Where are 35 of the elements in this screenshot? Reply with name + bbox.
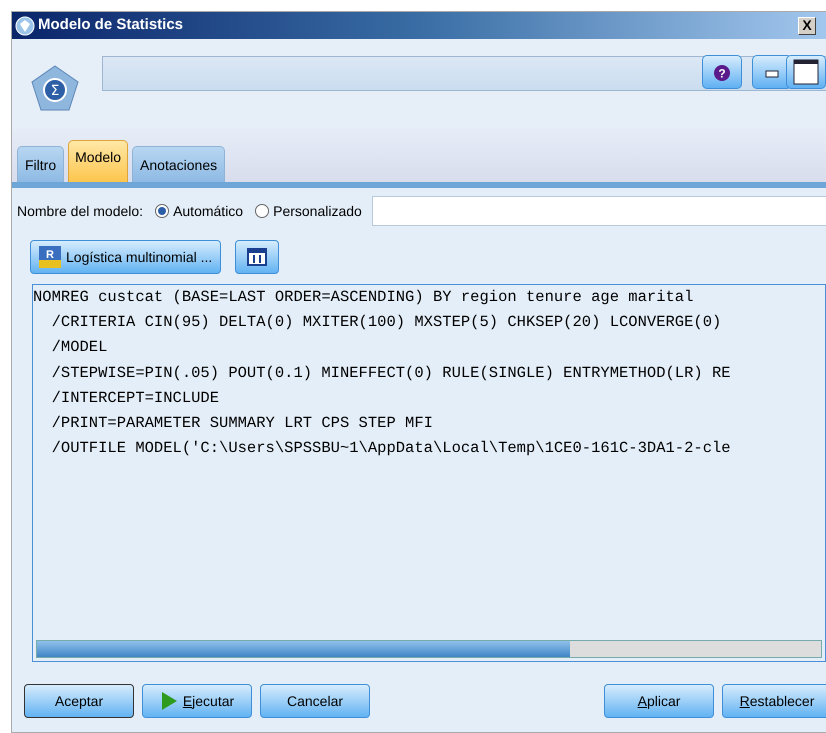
minimize-icon	[765, 68, 779, 78]
radio-option[interactable]: Automático	[155, 200, 244, 222]
r-extension-icon: R	[39, 246, 61, 268]
close-button[interactable]: X	[798, 16, 816, 34]
sigma-glyph: Σ	[50, 83, 60, 99]
radio-option[interactable]: Personalizado	[255, 200, 362, 222]
window-panel-icon	[247, 248, 268, 266]
window-title: Modelo de Statistics	[38, 15, 184, 36]
code-line: NOMREG custcat (BASE=LAST ORDER=ASCENDING) BY region tenure age marital	[33, 287, 694, 308]
panel-button[interactable]	[235, 240, 280, 274]
code-line: /CRITERIA CIN(95) DELTA(0) MXITER(100) MXSTEP(5) CHKSEP(20) LCONVERGE(0)	[50, 312, 722, 334]
tab[interactable]: Filtro	[17, 146, 64, 182]
name-input-field[interactable]	[372, 196, 826, 226]
maximize-button[interactable]	[786, 55, 826, 89]
procedure-button[interactable]: R Logística multinomial ...	[30, 240, 222, 274]
maximize-icon	[793, 59, 819, 85]
action-button[interactable]: Aceptar	[24, 684, 134, 718]
action-button[interactable]: Restablecer	[722, 684, 826, 718]
help-icon: ?	[713, 64, 731, 82]
code-line: /PRINT=PARAMETER SUMMARY LRT CPS STEP MFI	[50, 413, 434, 434]
horizontal-scrollbar[interactable]	[36, 640, 822, 658]
app-icon	[15, 16, 35, 36]
syntax-editor[interactable]	[32, 284, 826, 662]
play-icon	[160, 691, 178, 711]
action-button[interactable]: Ejecutar	[142, 684, 252, 718]
field-label: Nombre del modelo:	[17, 202, 144, 220]
action-button[interactable]: Aplicar	[604, 684, 714, 718]
code-line: /STEPWISE=PIN(.05) POUT(0.1) MINEFFECT(0) RULE(SINGLE) ENTRYMETHOD(LR) RE	[50, 362, 732, 384]
code-line: /INTERCEPT=INCLUDE	[50, 388, 220, 409]
tab[interactable]: Anotaciones	[132, 146, 226, 182]
code-line: /OUTFILE MODEL('C:\Users\SPSSBU~1\AppData\Local\Temp\1CE0-161C-3DA1-2-cle	[50, 438, 732, 460]
code-line: /MODEL	[50, 337, 108, 358]
tab[interactable]: Modelo	[68, 140, 128, 182]
help-button[interactable]: ?	[702, 55, 742, 89]
action-button[interactable]: Cancelar	[260, 684, 370, 718]
